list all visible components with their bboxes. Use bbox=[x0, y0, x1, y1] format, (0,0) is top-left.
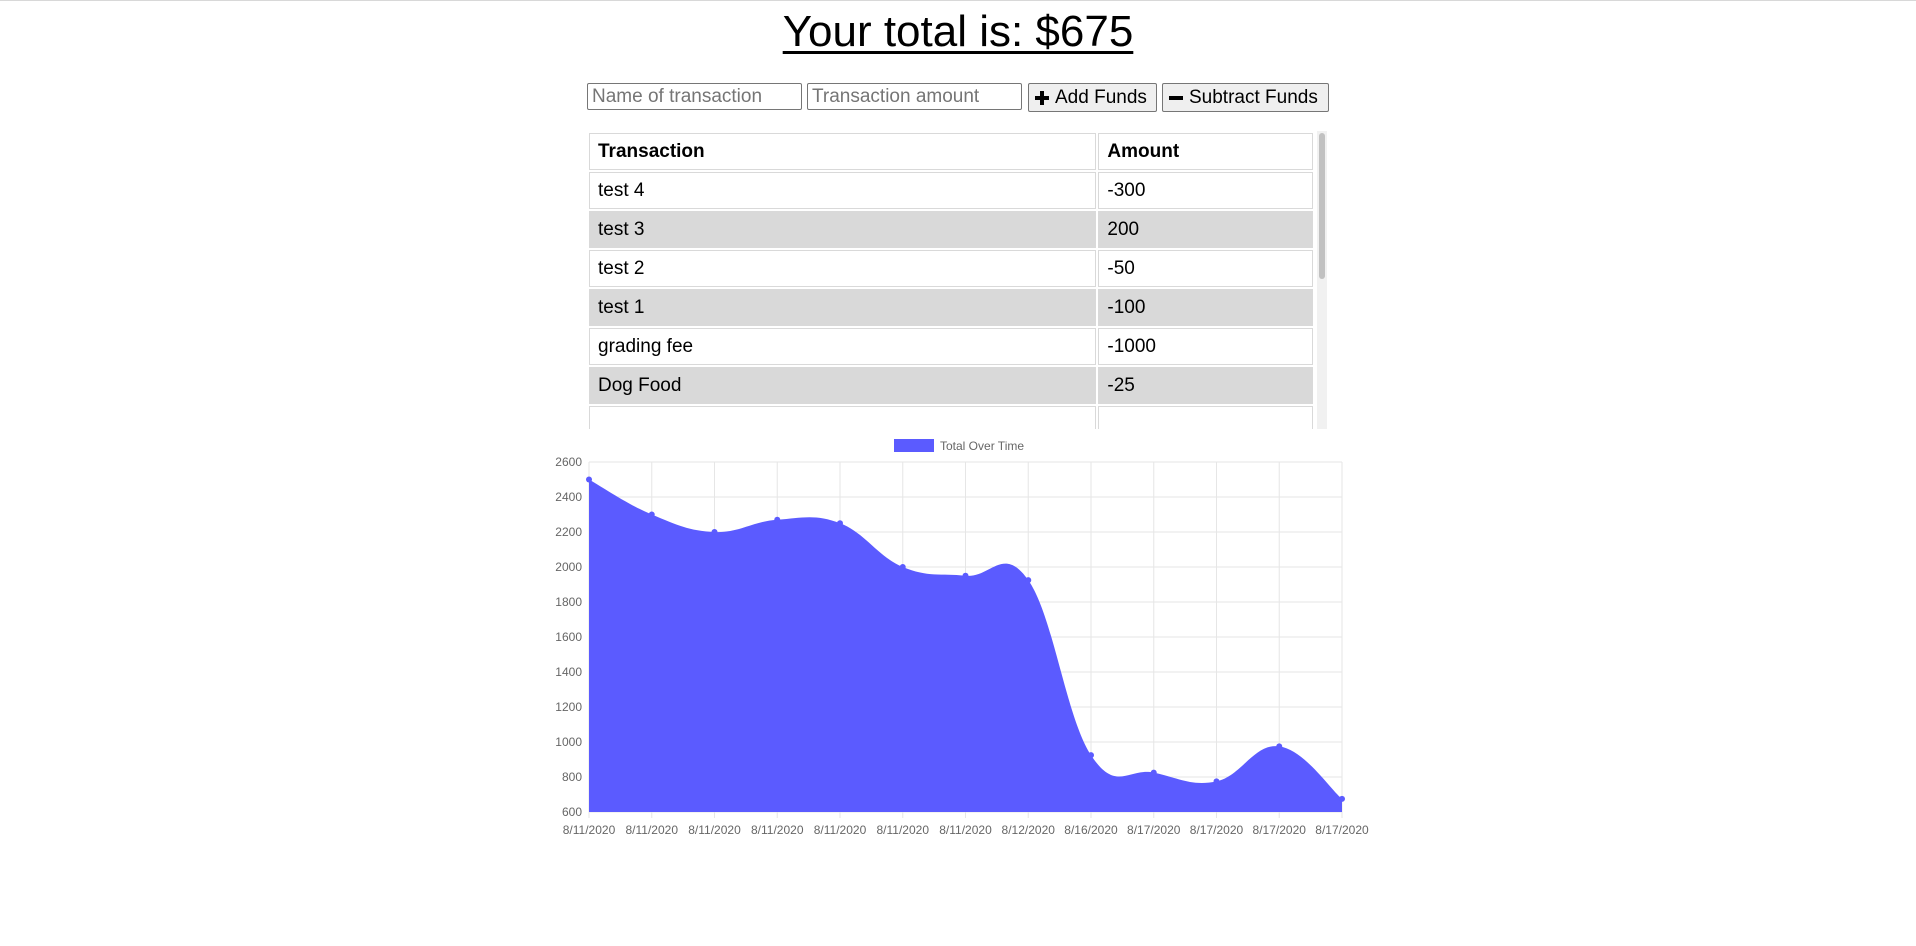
table-scroll-thumb[interactable] bbox=[1319, 133, 1325, 279]
data-point bbox=[1213, 778, 1220, 785]
x-tick-label: 8/11/2020 bbox=[688, 823, 741, 837]
legend-swatch bbox=[894, 439, 934, 452]
plus-icon bbox=[1035, 90, 1049, 105]
data-point bbox=[774, 516, 781, 523]
header-amount: Amount bbox=[1098, 133, 1313, 170]
y-tick-label: 2600 bbox=[555, 455, 582, 469]
data-point bbox=[1276, 743, 1283, 750]
transaction-name-input[interactable] bbox=[587, 83, 802, 110]
transaction-amount-cutoff bbox=[1098, 406, 1313, 429]
transaction-name: grading fee bbox=[589, 328, 1097, 365]
x-tick-label: 8/17/2020 bbox=[1315, 823, 1369, 837]
subtract-funds-label: Subtract Funds bbox=[1189, 86, 1318, 108]
subtract-funds-button[interactable]: Subtract Funds bbox=[1162, 83, 1329, 112]
y-axis-ticks: 600 800 1000 1200 1400 1600 1800 2000 2200 2400 26… bbox=[555, 455, 582, 819]
total-over-time-chart: 600 800 1000 1200 1400 1600 1800 2000 2200 2400 26… bbox=[555, 439, 1369, 837]
x-tick-label: 8/11/2020 bbox=[751, 823, 804, 837]
x-tick-label: 8/11/2020 bbox=[939, 823, 992, 837]
x-tick-label: 8/17/2020 bbox=[1190, 823, 1244, 837]
transaction-name: test 1 bbox=[589, 289, 1097, 326]
x-tick-label: 8/17/2020 bbox=[1253, 823, 1307, 837]
table-row: grading fee -1000 bbox=[589, 328, 1313, 365]
add-funds-button[interactable]: Add Funds bbox=[1028, 83, 1157, 112]
x-tick-label: 8/16/2020 bbox=[1064, 823, 1118, 837]
transaction-name: test 2 bbox=[589, 250, 1097, 287]
data-point bbox=[899, 564, 906, 570]
table-row: test 1 -100 bbox=[589, 289, 1313, 326]
data-point bbox=[1339, 795, 1345, 802]
table-header-row: Transaction Amount bbox=[589, 133, 1313, 170]
x-tick-label: 8/11/2020 bbox=[626, 823, 679, 837]
transaction-name-cutoff bbox=[589, 406, 1097, 429]
transaction-amount: -300 bbox=[1098, 172, 1313, 209]
y-tick-label: 1600 bbox=[555, 630, 582, 644]
data-point bbox=[962, 572, 969, 579]
total-heading: Your total is: $675 bbox=[782, 7, 1134, 56]
legend-label: Total Over Time bbox=[940, 439, 1024, 453]
data-point bbox=[1088, 752, 1094, 759]
y-tick-label: 600 bbox=[562, 805, 582, 819]
x-tick-label: 8/12/2020 bbox=[1002, 823, 1056, 837]
y-tick-label: 2400 bbox=[555, 490, 582, 504]
data-point bbox=[1150, 769, 1157, 776]
chart-legend: Total Over Time bbox=[894, 439, 1024, 453]
table-row: Dog Food -25 bbox=[589, 367, 1313, 404]
transaction-amount: -1000 bbox=[1098, 328, 1313, 365]
data-point bbox=[837, 520, 843, 527]
header-transaction: Transaction bbox=[589, 133, 1097, 170]
top-border bbox=[0, 0, 1916, 1]
y-tick-label: 2200 bbox=[555, 525, 582, 539]
table-scrollbar[interactable] bbox=[1317, 131, 1327, 429]
y-tick-label: 1000 bbox=[555, 735, 582, 749]
table-row: test 2 -50 bbox=[589, 250, 1313, 287]
add-funds-label: Add Funds bbox=[1055, 86, 1147, 108]
transaction-amount: 200 bbox=[1098, 211, 1313, 248]
transactions-table: Transaction Amount test 4 -300 test 3 20… bbox=[587, 131, 1315, 429]
data-point bbox=[586, 476, 592, 483]
table-row bbox=[589, 406, 1313, 429]
x-tick-label: 8/11/2020 bbox=[814, 823, 867, 837]
data-point bbox=[711, 529, 718, 535]
transaction-name: test 3 bbox=[589, 211, 1097, 248]
data-point bbox=[1025, 577, 1032, 584]
y-tick-label: 1400 bbox=[555, 665, 582, 679]
data-point bbox=[648, 511, 655, 518]
minus-icon bbox=[1169, 91, 1183, 105]
y-tick-label: 2000 bbox=[555, 560, 582, 574]
x-tick-label: 8/11/2020 bbox=[563, 823, 616, 837]
transaction-amount: -100 bbox=[1098, 289, 1313, 326]
transaction-name: test 4 bbox=[589, 172, 1097, 209]
table-row: test 4 -300 bbox=[589, 172, 1313, 209]
y-tick-label: 1200 bbox=[555, 700, 582, 714]
transaction-amount: -50 bbox=[1098, 250, 1313, 287]
x-axis-ticks: 8/11/2020 8/11/2020 8/11/2020 8/11/2020 8/11… bbox=[563, 823, 1369, 837]
table-row: test 3 200 bbox=[589, 211, 1313, 248]
y-tick-label: 1800 bbox=[555, 595, 582, 609]
transactions-table-container[interactable]: Transaction Amount test 4 -300 test 3 20… bbox=[587, 131, 1327, 429]
transaction-amount: -25 bbox=[1098, 367, 1313, 404]
y-tick-label: 800 bbox=[562, 770, 582, 784]
x-tick-label: 8/11/2020 bbox=[877, 823, 930, 837]
x-tick-label: 8/17/2020 bbox=[1127, 823, 1181, 837]
transaction-name: Dog Food bbox=[589, 367, 1097, 404]
transaction-amount-input[interactable] bbox=[807, 83, 1022, 110]
